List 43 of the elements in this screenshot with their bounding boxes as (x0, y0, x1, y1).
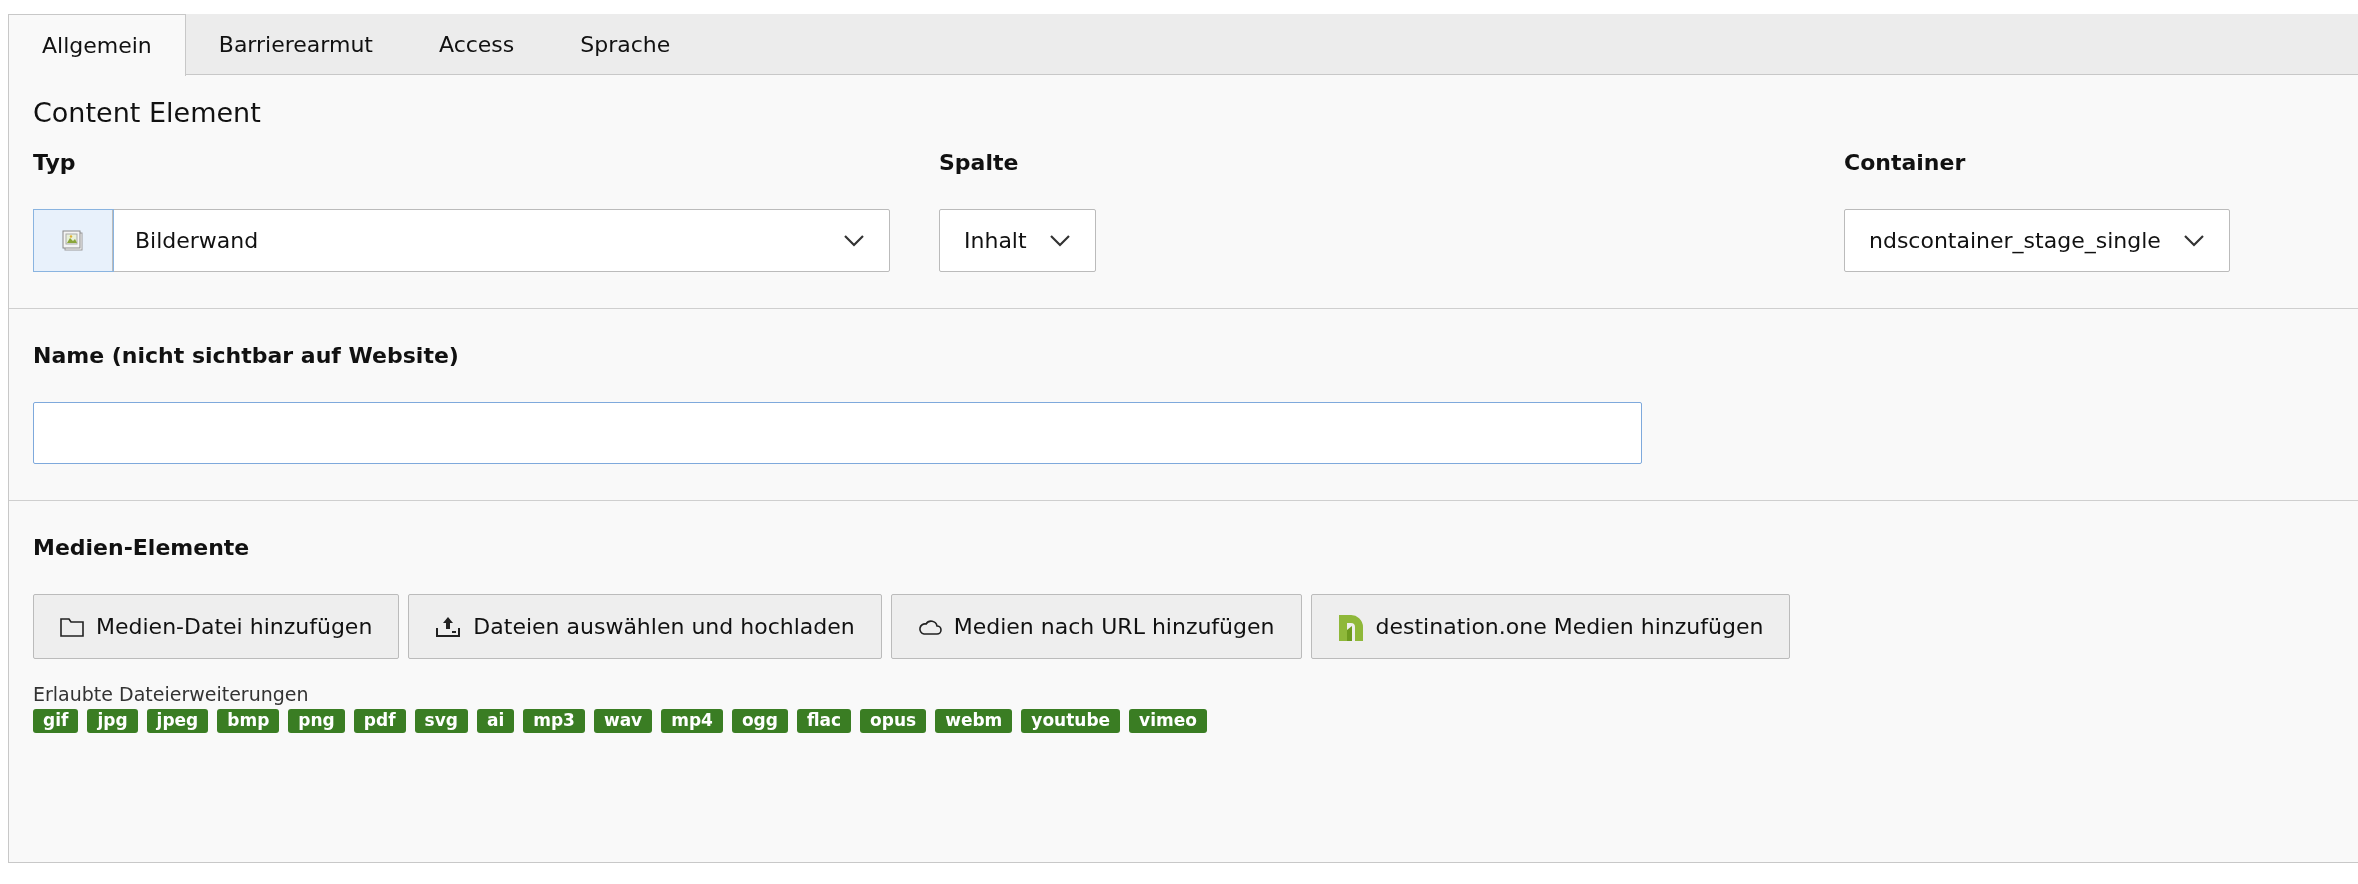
add-media-button[interactable]: destination.one Medien hinzufügen (1310, 594, 1791, 659)
select-field[interactable]: ndscontainer_stage_single (1844, 209, 2230, 272)
file-extension-tag: youtube (1021, 709, 1121, 733)
select-field[interactable]: Bilderwand (33, 209, 890, 272)
upload-icon (435, 615, 462, 638)
field-label: Spalte (939, 150, 1020, 175)
file-extension-tag: ai (476, 709, 515, 733)
tab[interactable]: Sprache (547, 14, 704, 75)
file-extension-tag: gif (33, 709, 79, 733)
select-field[interactable]: Inhalt (939, 209, 1096, 272)
field-label: Typ (33, 150, 77, 175)
file-extension-tag: svg (414, 709, 468, 733)
file-extension-tag: wav (593, 709, 653, 733)
file-extension-tag: opus (860, 709, 927, 733)
file-extension-tag: jpg (87, 709, 138, 733)
field-label: Medien-Elemente (33, 535, 251, 560)
file-extension-tag: ogg (731, 709, 788, 733)
file-extension-tag: png (288, 709, 345, 733)
file-extension-tag: webm (935, 709, 1013, 733)
file-extension-tag: bmp (217, 709, 280, 733)
input-field[interactable] (33, 402, 1642, 464)
add-media-button[interactable]: Medien-Datei hinzufügen (33, 594, 400, 659)
file-extension-tag: mp4 (661, 709, 723, 733)
image-icon (62, 229, 84, 252)
tab[interactable]: Allgemein (8, 14, 186, 76)
add-media-button[interactable]: Medien nach URL hinzufügen (890, 594, 1302, 659)
tab[interactable]: Barrierearmut (185, 14, 406, 75)
file-extension-tag: vimeo (1129, 709, 1207, 733)
hint-text: Erlaubte Dateierweiterungen (33, 683, 310, 705)
folder-icon (60, 616, 84, 637)
cloud-icon (917, 618, 942, 635)
file-extension-tag: flac (796, 709, 852, 733)
add-media-button[interactable]: Dateien auswählen und hochladen (408, 594, 882, 659)
section-title: Content Element (33, 97, 262, 128)
file-extension-tag: pdf (353, 709, 406, 733)
chevron-down-icon (843, 233, 865, 248)
chevron-down-icon (1048, 233, 1071, 248)
field-label: Name (nicht sichtbar auf Website) (33, 343, 460, 368)
field-label: Container (1844, 150, 1967, 175)
file-extension-tag: jpeg (146, 709, 209, 733)
tab[interactable]: Access (405, 14, 548, 75)
chevron-down-icon (2182, 233, 2205, 248)
file-extension-tag: mp3 (523, 709, 585, 733)
